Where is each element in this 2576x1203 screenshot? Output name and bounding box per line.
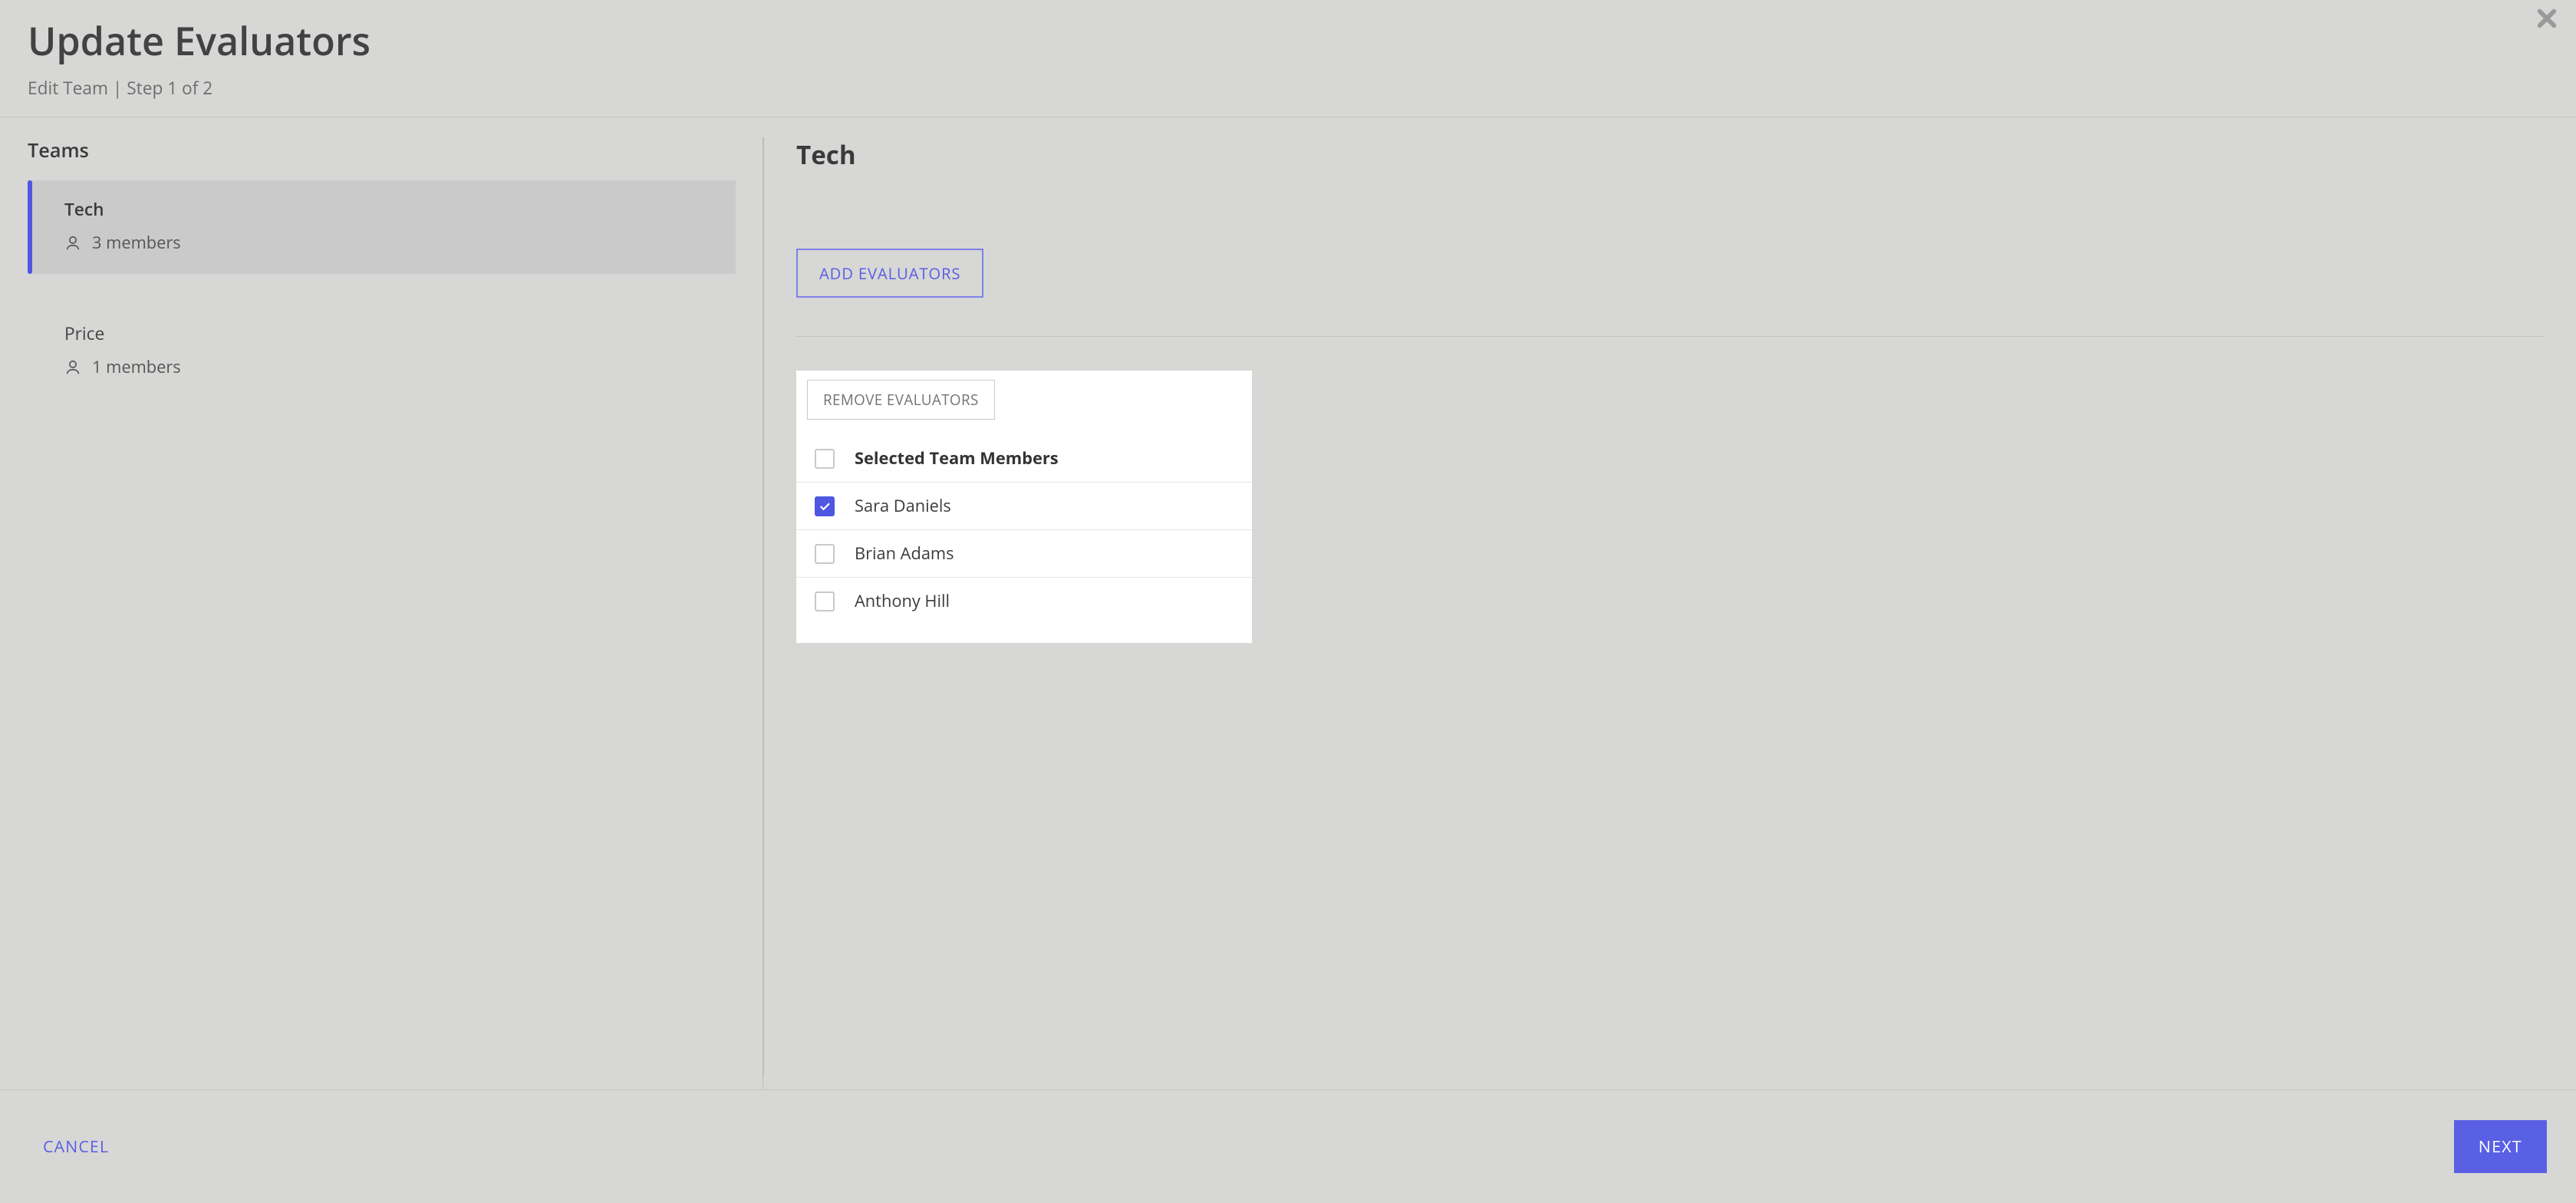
sidebar-title: Teams <box>28 137 736 163</box>
sidebar-team-item[interactable]: Price 1 members <box>28 305 736 398</box>
select-all-checkbox[interactable] <box>815 449 835 469</box>
member-checkbox[interactable] <box>815 544 835 564</box>
step-subtitle: Edit Team | Step 1 of 2 <box>28 76 2548 100</box>
selected-team-title: Tech <box>796 137 2544 172</box>
member-row[interactable]: Anthony Hill <box>796 578 1252 625</box>
member-name: Brian Adams <box>855 542 954 565</box>
person-icon <box>64 235 81 252</box>
team-members-count: 3 members <box>64 232 714 254</box>
member-checkbox[interactable] <box>815 496 835 516</box>
dialog-header: Update Evaluators Edit Team | Step 1 of … <box>0 0 2576 117</box>
page-title: Update Evaluators <box>28 14 2548 67</box>
member-row[interactable]: Brian Adams <box>796 530 1252 578</box>
select-all-row[interactable]: Selected Team Members <box>796 435 1252 483</box>
dialog-footer: CANCEL NEXT <box>0 1089 2576 1203</box>
add-evaluators-button[interactable]: ADD EVALUATORS <box>796 249 983 298</box>
member-name: Anthony Hill <box>855 590 950 612</box>
person-icon <box>64 359 81 376</box>
team-name: Tech <box>64 197 714 221</box>
close-icon[interactable] <box>2536 8 2558 29</box>
sidebar-team-item[interactable]: Tech 3 members <box>28 180 736 274</box>
teams-sidebar: Teams Tech 3 members Price 1 members <box>0 137 764 1075</box>
next-button[interactable]: NEXT <box>2454 1120 2547 1173</box>
member-row[interactable]: Sara Daniels <box>796 483 1252 530</box>
select-all-label: Selected Team Members <box>855 447 1059 470</box>
team-name: Price <box>64 321 714 345</box>
member-checkbox[interactable] <box>815 592 835 611</box>
cancel-button[interactable]: CANCEL <box>43 1135 109 1158</box>
evaluators-popover: REMOVE EVALUATORS Selected Team Members … <box>796 371 1252 643</box>
team-members-count: 1 members <box>64 356 714 378</box>
main-panel: Tech ADD EVALUATORS REMOVE EVALUATORS Se… <box>764 137 2576 1075</box>
section-divider <box>796 336 2544 337</box>
remove-evaluators-button[interactable]: REMOVE EVALUATORS <box>807 380 995 420</box>
member-name: Sara Daniels <box>855 495 951 517</box>
